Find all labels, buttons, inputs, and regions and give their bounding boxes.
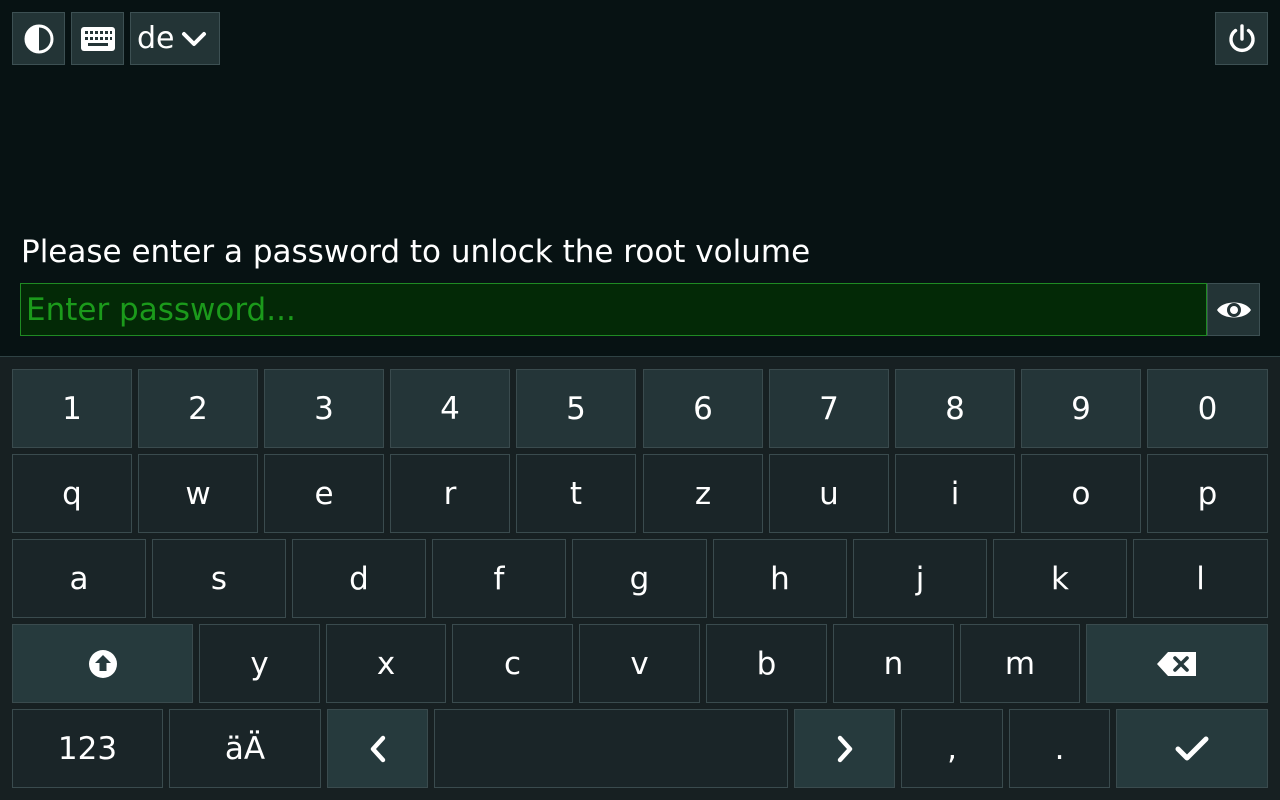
eye-icon bbox=[1215, 297, 1253, 323]
space-key[interactable] bbox=[434, 709, 788, 788]
key-comma[interactable]: , bbox=[901, 709, 1003, 788]
key-l[interactable]: l bbox=[1133, 539, 1268, 618]
shift-key[interactable] bbox=[12, 624, 193, 703]
numbers-mode-key[interactable]: 123 bbox=[12, 709, 163, 788]
key-1[interactable]: 1 bbox=[12, 369, 132, 448]
key-h[interactable]: h bbox=[713, 539, 847, 618]
key-period[interactable]: . bbox=[1009, 709, 1110, 788]
shift-icon bbox=[88, 649, 118, 679]
password-input[interactable] bbox=[20, 283, 1207, 336]
key-f[interactable]: f bbox=[432, 539, 566, 618]
cursor-right-key[interactable] bbox=[794, 709, 895, 788]
key-d[interactable]: d bbox=[292, 539, 426, 618]
key-m[interactable]: m bbox=[960, 624, 1080, 703]
key-n[interactable]: n bbox=[833, 624, 954, 703]
key-4[interactable]: 4 bbox=[390, 369, 510, 448]
key-g[interactable]: g bbox=[572, 539, 707, 618]
chevron-down-icon bbox=[181, 30, 207, 48]
key-t[interactable]: t bbox=[516, 454, 636, 533]
key-q[interactable]: q bbox=[12, 454, 132, 533]
key-x[interactable]: x bbox=[326, 624, 446, 703]
key-o[interactable]: o bbox=[1021, 454, 1141, 533]
key-3[interactable]: 3 bbox=[264, 369, 384, 448]
enter-key[interactable] bbox=[1116, 709, 1268, 788]
key-y[interactable]: y bbox=[199, 624, 320, 703]
contrast-toggle-button[interactable] bbox=[12, 12, 65, 65]
key-c[interactable]: c bbox=[452, 624, 573, 703]
key-u[interactable]: u bbox=[769, 454, 889, 533]
chevron-right-icon bbox=[834, 734, 856, 764]
key-8[interactable]: 8 bbox=[895, 369, 1015, 448]
key-5[interactable]: 5 bbox=[516, 369, 636, 448]
contrast-icon bbox=[23, 23, 55, 55]
key-v[interactable]: v bbox=[579, 624, 700, 703]
umlaut-mode-key[interactable]: äÄ bbox=[169, 709, 321, 788]
power-icon bbox=[1226, 23, 1258, 55]
backspace-key[interactable] bbox=[1086, 624, 1268, 703]
language-select[interactable]: de bbox=[130, 12, 220, 65]
key-k[interactable]: k bbox=[993, 539, 1127, 618]
key-e[interactable]: e bbox=[264, 454, 384, 533]
key-b[interactable]: b bbox=[706, 624, 827, 703]
check-icon bbox=[1174, 735, 1210, 763]
key-0[interactable]: 0 bbox=[1147, 369, 1268, 448]
key-s[interactable]: s bbox=[152, 539, 286, 618]
key-2[interactable]: 2 bbox=[138, 369, 258, 448]
backspace-icon bbox=[1156, 651, 1198, 677]
key-z[interactable]: z bbox=[643, 454, 763, 533]
reveal-password-button[interactable] bbox=[1207, 283, 1260, 336]
key-r[interactable]: r bbox=[390, 454, 510, 533]
key-j[interactable]: j bbox=[853, 539, 987, 618]
keyboard-toggle-button[interactable] bbox=[71, 12, 124, 65]
key-i[interactable]: i bbox=[895, 454, 1015, 533]
unlock-prompt: Please enter a password to unlock the ro… bbox=[21, 234, 811, 270]
key-a[interactable]: a bbox=[12, 539, 146, 618]
power-button[interactable] bbox=[1215, 12, 1268, 65]
key-p[interactable]: p bbox=[1147, 454, 1268, 533]
key-w[interactable]: w bbox=[138, 454, 258, 533]
chevron-left-icon bbox=[367, 734, 389, 764]
cursor-left-key[interactable] bbox=[327, 709, 428, 788]
language-label: de bbox=[137, 20, 175, 56]
on-screen-keyboard: 1 2 3 4 5 6 7 8 9 0 q w e r t z u i o p … bbox=[0, 356, 1280, 800]
unlock-screen: de Please enter a password to unlock the… bbox=[0, 0, 1280, 800]
keyboard-icon bbox=[80, 26, 116, 52]
key-7[interactable]: 7 bbox=[769, 369, 889, 448]
key-9[interactable]: 9 bbox=[1021, 369, 1141, 448]
key-6[interactable]: 6 bbox=[643, 369, 763, 448]
